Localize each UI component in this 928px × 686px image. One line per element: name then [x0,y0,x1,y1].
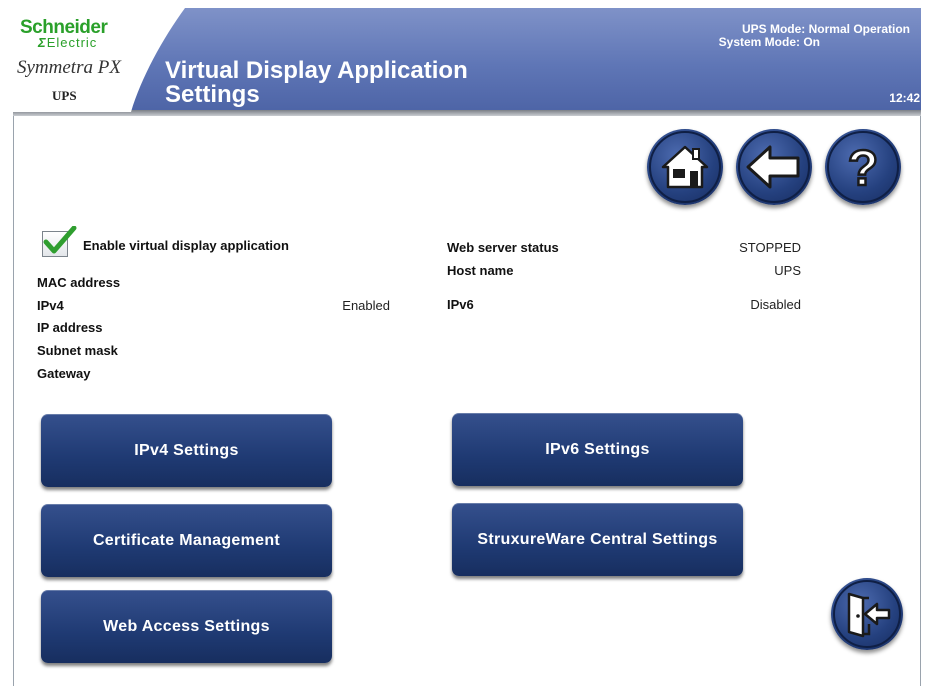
logout-button[interactable] [831,578,903,650]
help-button[interactable]: ? [825,129,901,205]
product-subname: UPS [52,88,77,103]
home-icon [649,131,721,203]
ipv4-label: IPv4 [37,298,64,313]
enable-checkbox[interactable] [42,226,77,257]
web-server-status-label: Web server status [447,240,559,255]
home-button[interactable] [647,129,723,205]
ip-address-label: IP address [37,320,103,335]
exit-door-icon [833,580,901,648]
web-server-status-value: STOPPED [739,240,801,255]
enable-checkbox-label: Enable virtual display application [83,238,289,253]
mac-address-label: MAC address [37,275,121,290]
web-access-settings-button[interactable]: Web Access Settings [41,590,332,663]
host-name-label: Host name [447,263,514,278]
product-name: Symmetra PX [17,57,121,78]
back-button[interactable] [736,129,812,205]
ipv6-value: Disabled [750,297,801,312]
certificate-management-button[interactable]: Certificate Management [41,504,332,577]
svg-text:?: ? [848,140,879,196]
brand-subname: ƩElectric [38,35,98,50]
ipv6-label: IPv6 [447,297,474,312]
subnet-mask-label: Subnet mask [37,343,118,358]
checkmark-icon [43,226,77,254]
ipv6-settings-button[interactable]: IPv6 Settings [452,413,743,486]
brand-glyph-icon: Ʃ [38,35,47,50]
page-title: Virtual Display Application Settings [165,57,468,108]
back-arrow-icon [738,131,810,203]
struxureware-central-settings-button[interactable]: StruxureWare Central Settings [452,503,743,576]
help-icon: ? [827,131,899,203]
system-mode-status: System Mode: On [718,35,820,49]
ipv4-settings-button[interactable]: IPv4 Settings [41,414,332,487]
host-name-value: UPS [774,263,801,278]
ipv4-value: Enabled [342,298,390,313]
clock: 12:42 [889,91,920,105]
gateway-label: Gateway [37,366,91,381]
